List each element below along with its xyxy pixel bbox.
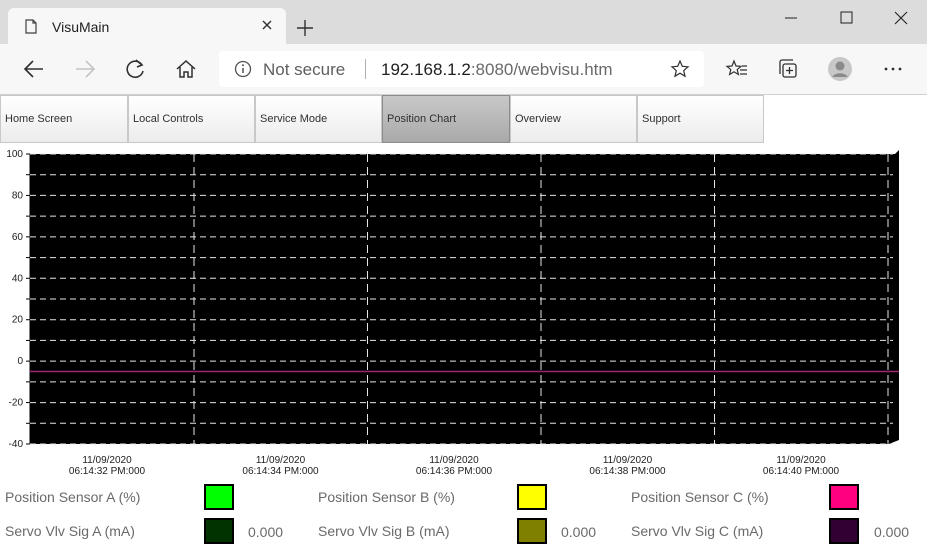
tab-support[interactable]: Support <box>637 95 764 143</box>
legend-label-position-sensor-b: Position Sensor B (%) <box>318 489 455 505</box>
y-tick-label: 20 <box>12 315 24 326</box>
y-tick-label: 40 <box>12 273 24 284</box>
page-icon <box>25 19 37 34</box>
back-icon[interactable] <box>21 56 47 82</box>
collections-icon[interactable] <box>776 56 802 82</box>
legend-swatch-position-sensor-a <box>204 484 234 510</box>
more-options-icon[interactable] <box>880 56 906 82</box>
navigation-bar: Not secure 192.168.1.2:8080/webvisu.htm <box>0 44 927 94</box>
address-separator <box>365 59 366 79</box>
tab-label: Local Controls <box>133 113 204 125</box>
tab-title: VisuMain <box>52 19 110 35</box>
tab-label: Support <box>642 113 681 125</box>
legend-value-servo-vlv-sig-c: 0.000 <box>874 524 910 540</box>
favorite-star-icon[interactable] <box>670 59 690 79</box>
legend-label-servo-vlv-sig-a: Servo Vlv Sig A (mA) <box>5 523 135 539</box>
browser-tab[interactable]: VisuMain <box>8 8 286 44</box>
url-text: 192.168.1.2:8080/webvisu.htm <box>381 60 613 80</box>
tab-service-mode[interactable]: Service Mode <box>255 95 382 143</box>
favorites-icon[interactable] <box>724 56 750 82</box>
legend-swatch-position-sensor-b <box>517 484 547 510</box>
x-tick-label-time: 06:14:34 PM:000 <box>242 466 319 477</box>
legend-label-servo-vlv-sig-c: Servo Vlv Sig C (mA) <box>631 523 764 539</box>
tab-position-chart[interactable]: Position Chart <box>382 95 510 143</box>
url-host: 192.168.1.2 <box>381 60 471 79</box>
x-tick-label-date: 11/09/2020 <box>82 455 132 466</box>
legend-swatch-servo-vlv-sig-a <box>204 518 234 544</box>
y-tick-label: -20 <box>9 398 24 409</box>
legend-label-position-sensor-a: Position Sensor A (%) <box>5 489 141 505</box>
visu-tab-bar: Home Screen Local Controls Service Mode … <box>0 94 927 144</box>
x-tick-label-time: 06:14:32 PM:000 <box>69 466 146 477</box>
y-tick-label: 60 <box>12 232 24 243</box>
forward-icon[interactable] <box>72 56 98 82</box>
browser-window: VisuMain Not secure 192.168.1.2:8080/web… <box>0 0 927 559</box>
legend-label-servo-vlv-sig-b: Servo Vlv Sig B (mA) <box>318 523 450 539</box>
close-tab-icon[interactable] <box>260 18 274 32</box>
new-tab-icon[interactable] <box>295 18 315 38</box>
refresh-icon[interactable] <box>122 56 148 82</box>
url-path: :8080/webvisu.htm <box>470 60 613 79</box>
legend-value-servo-vlv-sig-a: 0.000 <box>248 524 284 540</box>
tab-local-controls[interactable]: Local Controls <box>128 95 255 143</box>
profile-avatar-icon[interactable] <box>827 56 853 82</box>
x-tick-label-date: 11/09/2020 <box>429 455 479 466</box>
minimize-icon[interactable] <box>768 0 814 36</box>
y-tick-label: 0 <box>17 356 23 367</box>
tab-overview[interactable]: Overview <box>510 95 637 143</box>
x-tick-label-time: 06:14:38 PM:000 <box>589 466 666 477</box>
y-tick-label: 80 <box>12 190 24 201</box>
tab-label: Position Chart <box>387 113 457 125</box>
address-bar[interactable]: Not secure 192.168.1.2:8080/webvisu.htm <box>219 51 704 87</box>
legend-swatch-servo-vlv-sig-c <box>829 518 859 544</box>
legend-swatch-servo-vlv-sig-b <box>517 518 547 544</box>
y-tick-label: 100 <box>6 149 23 160</box>
plot-area <box>30 150 899 444</box>
home-icon[interactable] <box>173 56 199 82</box>
x-tick-label-date: 11/09/2020 <box>776 455 826 466</box>
tab-home-screen[interactable]: Home Screen <box>0 95 128 143</box>
position-chart: 100806040200-20-4011/09/202006:14:32 PM:… <box>6 149 899 477</box>
title-bar: VisuMain <box>0 0 927 44</box>
not-secure-label: Not secure <box>263 60 346 79</box>
x-tick-label-time: 06:14:36 PM:000 <box>416 466 493 477</box>
info-icon[interactable] <box>234 60 252 78</box>
x-tick-label-date: 11/09/2020 <box>603 455 653 466</box>
maximize-icon[interactable] <box>824 0 870 36</box>
close-window-icon[interactable] <box>878 0 924 36</box>
tab-label: Service Mode <box>260 113 328 125</box>
legend-swatch-position-sensor-c <box>829 484 859 510</box>
legend-label-position-sensor-c: Position Sensor C (%) <box>631 489 769 505</box>
tab-label: Home Screen <box>5 113 73 125</box>
x-tick-label-time: 06:14:40 PM:000 <box>763 466 840 477</box>
legend-value-servo-vlv-sig-b: 0.000 <box>561 524 597 540</box>
x-tick-label-date: 11/09/2020 <box>256 455 306 466</box>
y-tick-label: -40 <box>9 439 24 450</box>
tab-label: Overview <box>515 113 561 125</box>
